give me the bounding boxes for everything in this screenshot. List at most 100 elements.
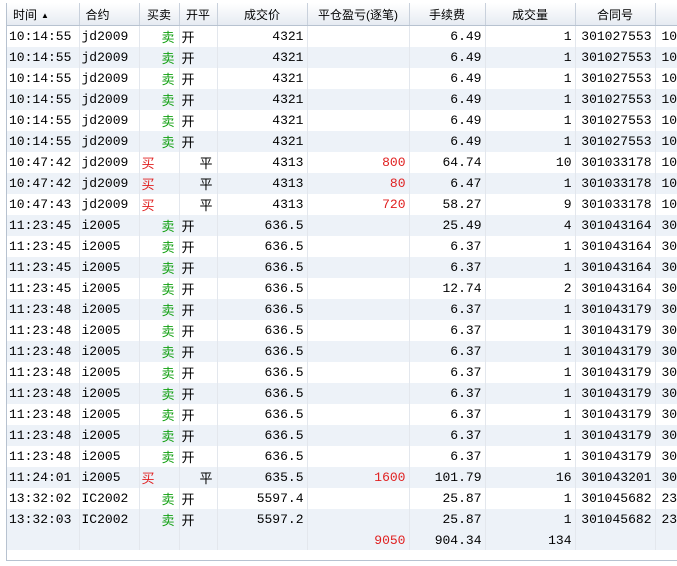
cell-open-close: 开 xyxy=(179,68,218,89)
cell-contract-no: 301043164 xyxy=(575,278,656,299)
table-row[interactable]: 11:23:48i2005卖开636.5 6.37130104317930396 xyxy=(7,383,677,404)
column-label: 买卖 xyxy=(146,7,171,22)
cell-fee: 6.37 xyxy=(409,383,486,404)
column-header-time[interactable]: 时间 ▲ xyxy=(7,3,80,26)
cell-contract-no: 301043179 xyxy=(575,404,656,425)
column-header-extra[interactable]: 主 xyxy=(655,3,677,26)
cell-open-close: 开 xyxy=(179,89,218,110)
cell-price: 4313 xyxy=(217,173,308,194)
cell-symbol: jd2009 xyxy=(79,152,140,173)
total-volume: 134 xyxy=(485,530,576,550)
table-row[interactable]: 11:23:45i2005卖开636.5 6.37130104316430396 xyxy=(7,236,677,257)
cell-open-close: 开 xyxy=(179,383,218,404)
cell-open-close: 开 xyxy=(179,488,218,509)
cell-symbol: jd2009 xyxy=(79,194,140,215)
cell-time: 13:32:02 xyxy=(7,488,80,509)
cell-fee: 6.37 xyxy=(409,320,486,341)
column-header-open-close[interactable]: 开平 xyxy=(179,3,218,26)
cell-symbol: i2005 xyxy=(79,362,140,383)
table-body: 10:14:55jd2009卖开43216.491301027553104891… xyxy=(7,25,677,550)
cell-open-close: 开 xyxy=(179,257,218,278)
cell-contract-no: 301027553 xyxy=(575,47,656,68)
cell-time: 11:23:45 xyxy=(7,257,80,278)
cell-price: 636.5 xyxy=(217,404,308,425)
table-row[interactable]: 11:24:01 i2005 买平 635.5 1600 101.79 16 30104320… xyxy=(7,467,677,488)
cell-contract-no: 301043164 xyxy=(575,257,656,278)
cell-volume: 16 xyxy=(485,467,576,488)
table-row[interactable]: 11:23:48i2005卖开636.5 6.37130104317930396 xyxy=(7,446,677,467)
column-header-contract-no[interactable]: 合同号 xyxy=(575,3,656,26)
cell-extra: 30396 xyxy=(655,341,677,362)
cell-price: 4321 xyxy=(217,89,308,110)
table-row[interactable]: 10:47:42 jd2009 买平 4313 800 64.74 10 301033178 1… xyxy=(7,152,677,173)
cell-fee: 6.49 xyxy=(409,110,486,131)
table-row[interactable]: 11:23:48i2005卖开636.5 6.37130104317930396 xyxy=(7,404,677,425)
cell-fee: 6.37 xyxy=(409,236,486,257)
table-row[interactable]: 10:47:43 jd2009 买平 4313 720 58.27 9 301033178 10… xyxy=(7,194,677,215)
cell-time: 11:24:01 xyxy=(7,467,80,488)
cell-volume: 1 xyxy=(485,299,576,320)
cell-open-close: 开 xyxy=(179,362,218,383)
cell-fee: 64.74 xyxy=(409,152,486,173)
column-header-symbol[interactable]: 合约 xyxy=(79,3,140,26)
cell-extra: 30396 xyxy=(655,278,677,299)
table-row[interactable]: 10:14:55jd2009卖开4321 6.49130102755310489 xyxy=(7,89,677,110)
cell-time: 11:23:48 xyxy=(7,425,80,446)
column-header-price[interactable]: 成交价 xyxy=(217,3,308,26)
table-row[interactable]: 13:32:02IC2002卖开5597.4 25.871301045682235 xyxy=(7,488,677,509)
column-label: 合同号 xyxy=(596,7,633,22)
cell-volume: 1 xyxy=(485,89,576,110)
cell-volume: 9 xyxy=(485,194,576,215)
table-row[interactable]: 11:23:48i2005卖开636.5 6.37130104317930396 xyxy=(7,341,677,362)
cell-side: 卖 xyxy=(139,89,180,110)
cell-fee: 6.49 xyxy=(409,25,486,47)
cell-contract-no: 301027553 xyxy=(575,68,656,89)
cell-contract-no: 301043164 xyxy=(575,236,656,257)
cell-extra: 10566 xyxy=(655,173,677,194)
cell-contract-no: 301033178 xyxy=(575,173,656,194)
cell-extra: 235 xyxy=(655,488,677,509)
cell-contract-no: 301027553 xyxy=(575,89,656,110)
column-label: 成交量 xyxy=(511,7,548,22)
cell-volume: 1 xyxy=(485,383,576,404)
cell-symbol: i2005 xyxy=(79,236,140,257)
table-row[interactable]: 13:32:03IC2002卖开5597.2 25.871301045682235 xyxy=(7,509,677,530)
table-row[interactable]: 10:47:42jd2009买平4313806.4713010331781056… xyxy=(7,173,677,194)
column-header-close-pnl[interactable]: 平仓盈亏(逐笔) xyxy=(307,3,410,26)
cell-extra: 30400 xyxy=(655,467,677,488)
cell-close-pnl xyxy=(307,110,410,131)
table-row[interactable]: 11:23:48i2005卖开636.5 6.37130104317930396 xyxy=(7,425,677,446)
cell-contract-no: 301043164 xyxy=(575,215,656,236)
cell-time: 10:47:42 xyxy=(7,173,80,194)
cell-symbol: jd2009 xyxy=(79,110,140,131)
trades-grid[interactable]: 时间▲ 合约 买卖 开平 成交价 平仓盈亏(逐笔) 手续费 成交量 合同号 主 … xyxy=(6,3,677,561)
table-row[interactable]: 11:23:48i2005卖开636.5 6.37130104317930396 xyxy=(7,320,677,341)
table-row[interactable]: 10:14:55jd2009卖开4321 6.49130102755310489 xyxy=(7,25,677,47)
cell-time: 10:14:55 xyxy=(7,25,80,47)
cell-volume: 1 xyxy=(485,110,576,131)
cell-close-pnl xyxy=(307,89,410,110)
cell-volume: 1 xyxy=(485,446,576,467)
table-row[interactable]: 11:23:45i2005卖开636.5 6.37130104316430396 xyxy=(7,257,677,278)
cell-contract-no: 301043179 xyxy=(575,341,656,362)
table-row[interactable]: 11:23:48i2005卖开636.5 6.37130104317930396 xyxy=(7,362,677,383)
table-row[interactable]: 10:14:55jd2009卖开4321 6.49130102755310489 xyxy=(7,110,677,131)
column-header-side[interactable]: 买卖 xyxy=(139,3,180,26)
table-row[interactable]: 10:14:55jd2009卖开4321 6.49130102755310489 xyxy=(7,47,677,68)
cell-side: 买 xyxy=(139,467,180,488)
column-header-volume[interactable]: 成交量 xyxy=(485,3,576,26)
table-row[interactable]: 10:14:55jd2009卖开4321 6.49130102755310489 xyxy=(7,68,677,89)
cell-open-close: 开 xyxy=(179,110,218,131)
table-row[interactable]: 11:23:45i2005卖开636.5 25.49430104316430396 xyxy=(7,215,677,236)
cell-price: 636.5 xyxy=(217,278,308,299)
column-header-fee[interactable]: 手续费 xyxy=(409,3,486,26)
cell-fee: 6.37 xyxy=(409,341,486,362)
cell-close-pnl: 720 xyxy=(307,194,410,215)
cell-price: 636.5 xyxy=(217,320,308,341)
column-label: 平仓盈亏(逐笔) xyxy=(318,7,398,22)
table-row[interactable]: 11:23:45i2005卖开636.5 12.74230104316430396 xyxy=(7,278,677,299)
table-row[interactable]: 10:14:55jd2009卖开4321 6.49130102755310489 xyxy=(7,131,677,152)
cell-side: 卖 xyxy=(139,446,180,467)
table-row[interactable]: 11:23:48i2005卖开636.5 6.37130104317930396 xyxy=(7,299,677,320)
column-label: 成交价 xyxy=(243,7,280,22)
